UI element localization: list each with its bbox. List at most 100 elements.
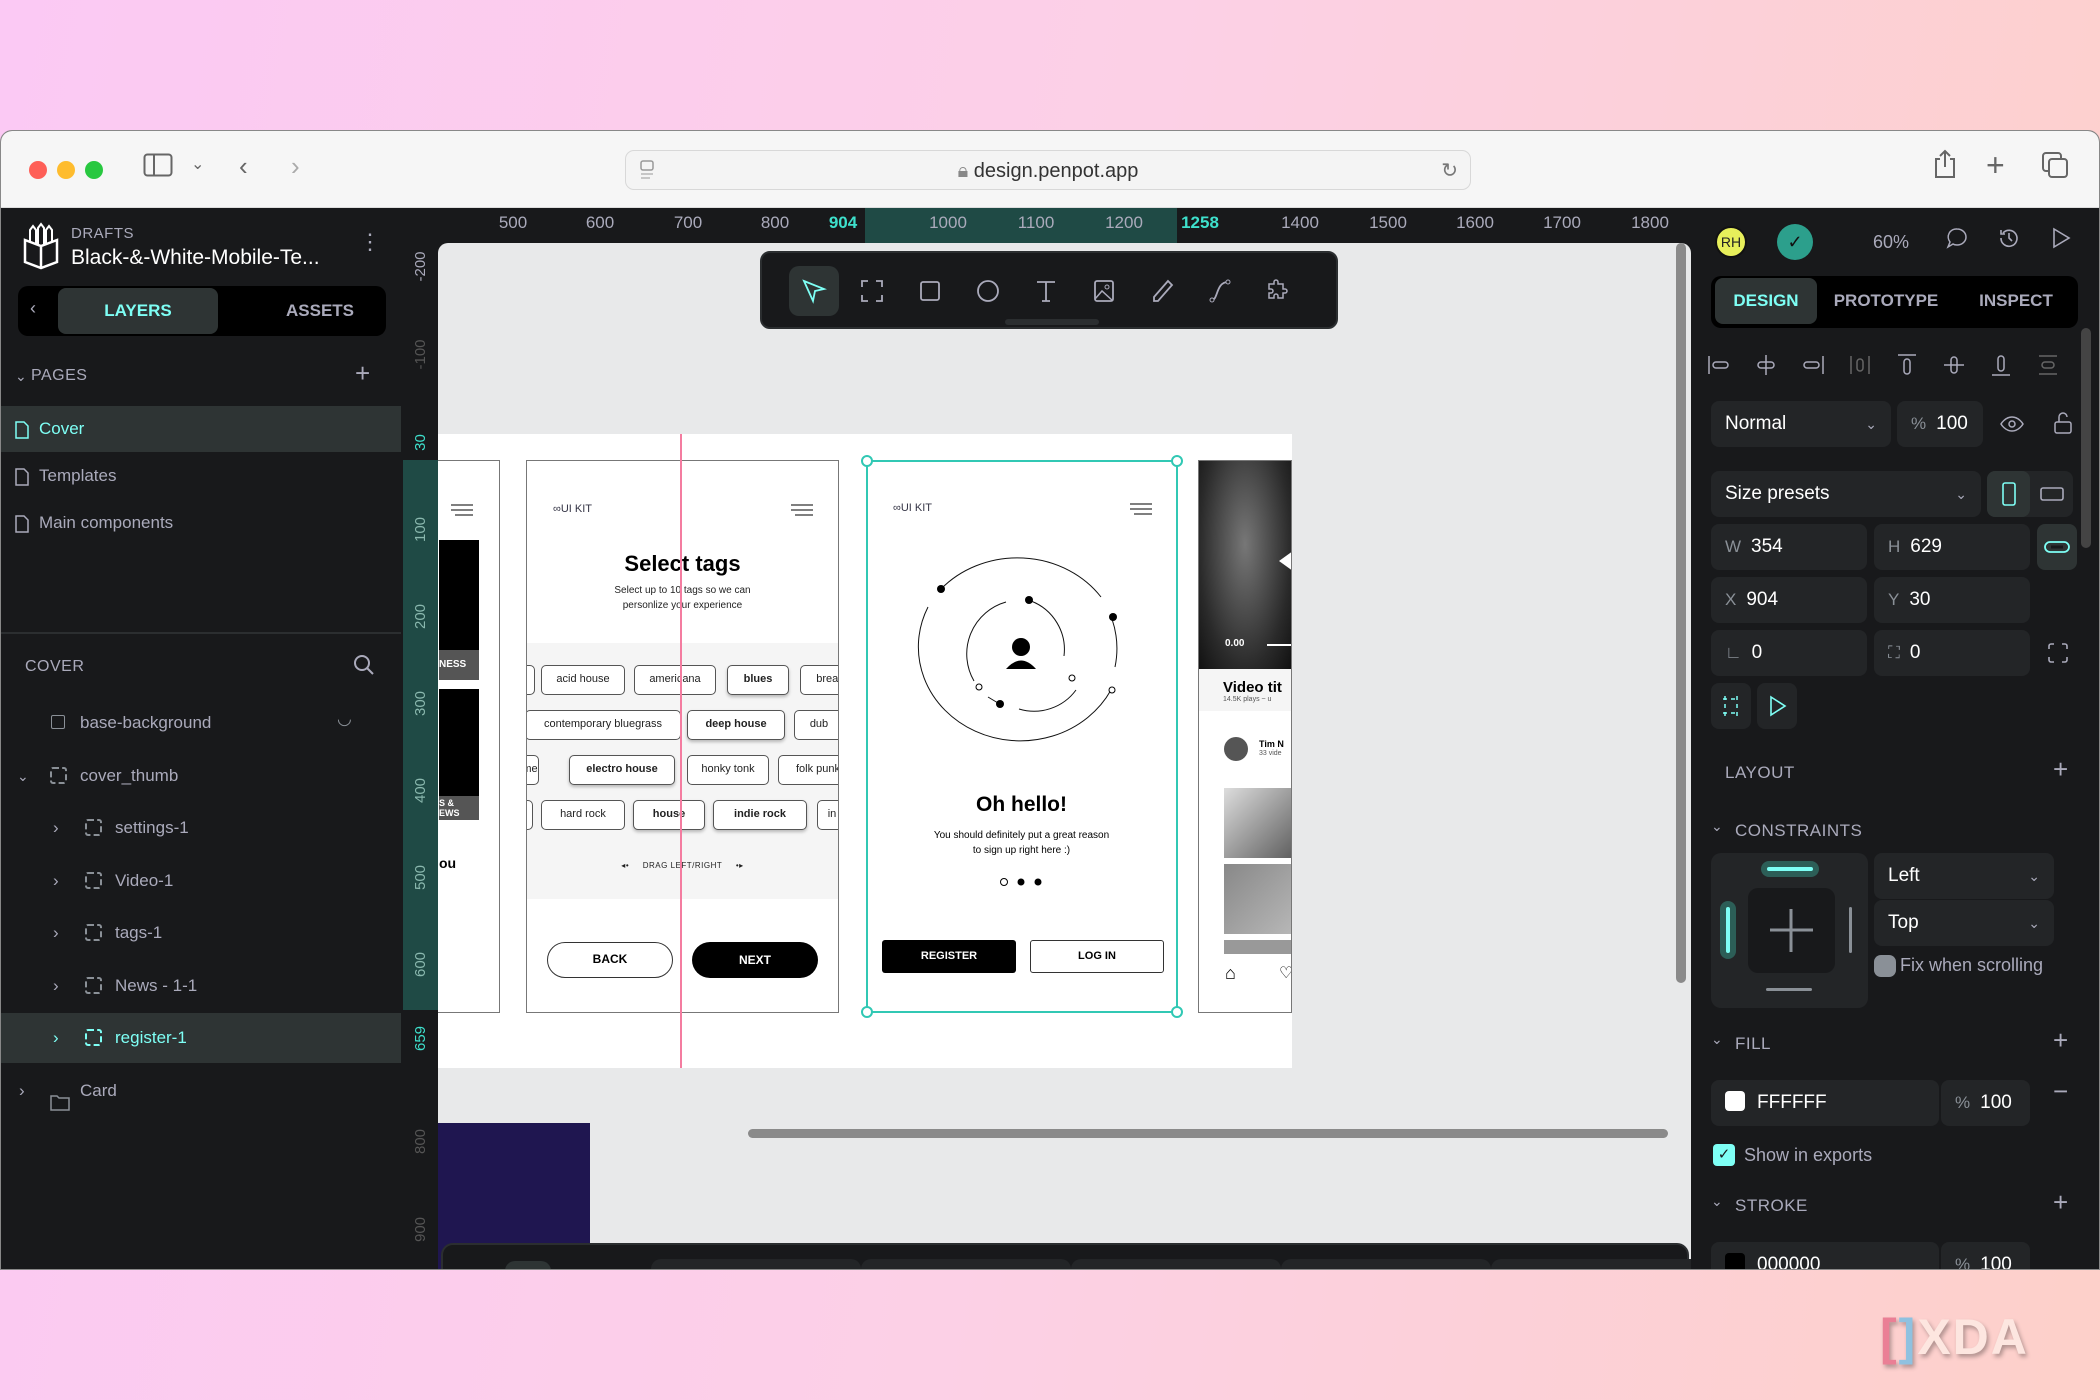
tag-chip[interactable]: blues bbox=[727, 665, 789, 695]
page-item-templates[interactable]: Templates bbox=[1, 453, 401, 499]
resize-handle[interactable] bbox=[1171, 1006, 1183, 1018]
size-presets-select[interactable]: Size presets ⌄ bbox=[1711, 471, 1981, 517]
collapse-sidebar-icon[interactable]: ‹ bbox=[30, 298, 36, 319]
ellipse-tool-icon[interactable] bbox=[963, 266, 1013, 316]
tag-chip[interactable]: hard rock bbox=[541, 800, 625, 830]
tag-chip[interactable]: contemporary bluegrass bbox=[527, 710, 681, 740]
stroke-opacity-input[interactable]: % 100 bbox=[1941, 1242, 2030, 1269]
typography-style-card[interactable]: Label - Form (uppInter bbox=[1491, 1259, 1701, 1269]
horizontal-scrollbar[interactable] bbox=[748, 1129, 1668, 1138]
fill-swatch[interactable] bbox=[1725, 1091, 1745, 1112]
tag-chip[interactable]: honky tonk bbox=[687, 755, 769, 785]
remove-fill-icon[interactable]: − bbox=[2053, 1076, 2068, 1107]
tab-prototype[interactable]: PROTOTYPE bbox=[1821, 278, 1951, 324]
tab-inspect[interactable]: INSPECT bbox=[1961, 278, 2071, 324]
add-fill-icon[interactable]: + bbox=[2053, 1025, 2068, 1056]
forward-icon[interactable]: › bbox=[291, 153, 300, 179]
rectangle-tool-icon[interactable] bbox=[905, 266, 955, 316]
history-icon[interactable] bbox=[1997, 226, 2021, 255]
file-menu-icon[interactable]: ⋮ bbox=[359, 231, 381, 253]
chevron-left-icon[interactable]: ‹ bbox=[605, 1269, 613, 1270]
layer-item[interactable]: › Card bbox=[1, 1066, 401, 1116]
page-item-cover[interactable]: Cover bbox=[1, 406, 401, 452]
clip-content-icon[interactable] bbox=[1711, 683, 1751, 729]
eye-icon[interactable] bbox=[1999, 414, 2025, 439]
tag-chip[interactable]: break bbox=[800, 665, 838, 695]
comments-icon[interactable] bbox=[1945, 226, 1969, 255]
maximize-window-button[interactable] bbox=[85, 161, 103, 179]
typography-palette-icon[interactable]: T bbox=[505, 1261, 551, 1269]
radius-input[interactable]: ⛶ 0 bbox=[1874, 630, 2030, 676]
layer-item[interactable]: › News - 1-1 bbox=[1, 961, 401, 1011]
move-tool-icon[interactable] bbox=[789, 266, 839, 316]
fill-color-input[interactable]: FFFFFF bbox=[1711, 1080, 1939, 1126]
tag-chip[interactable] bbox=[527, 665, 535, 695]
chevron-right-icon[interactable]: › bbox=[53, 961, 59, 1011]
constraint-center-button[interactable] bbox=[1748, 888, 1835, 973]
tag-chip[interactable]: americana bbox=[634, 665, 716, 695]
fix-scrolling-checkbox[interactable] bbox=[1874, 955, 1896, 977]
layer-item[interactable]: › tags-1 bbox=[1, 908, 401, 958]
unlock-icon[interactable] bbox=[2053, 411, 2073, 440]
tab-assets[interactable]: ASSETS bbox=[240, 288, 400, 334]
show-exports-checkbox[interactable]: ✓ bbox=[1713, 1144, 1735, 1166]
share-icon[interactable] bbox=[1933, 149, 1957, 183]
chevron-down-icon[interactable]: ⌄ bbox=[1711, 818, 1723, 835]
tag-chip[interactable]: dub bbox=[794, 710, 838, 740]
add-layout-icon[interactable]: + bbox=[2053, 754, 2068, 785]
layer-item[interactable]: › Video-1 bbox=[1, 856, 401, 906]
panel-scrollbar[interactable] bbox=[2081, 328, 2091, 548]
tab-layers[interactable]: LAYERS bbox=[58, 288, 218, 334]
distribute-h-icon[interactable] bbox=[1848, 353, 1872, 377]
tag-chip[interactable]: me bbox=[527, 755, 539, 785]
layer-item-selected[interactable]: › register-1 bbox=[1, 1013, 401, 1063]
close-window-button[interactable] bbox=[29, 161, 47, 179]
show-in-view-mode-icon[interactable] bbox=[1757, 683, 1797, 729]
image-tool-icon[interactable] bbox=[1079, 266, 1129, 316]
resize-handle[interactable] bbox=[861, 1006, 873, 1018]
toolbar-drag-handle[interactable] bbox=[1005, 319, 1099, 325]
tags-screen[interactable]: ∞UI KIT Select tags Select up to 10 tags… bbox=[526, 460, 839, 1013]
layer-opacity-input[interactable]: % 100 bbox=[1897, 401, 1983, 447]
layer-item[interactable]: ⌄ cover_thumb bbox=[1, 751, 401, 801]
guide-line[interactable] bbox=[680, 434, 682, 1068]
next-button[interactable]: NEXT bbox=[692, 942, 818, 978]
selection-frame[interactable] bbox=[861, 455, 1183, 1018]
constraint-top-button[interactable] bbox=[1761, 861, 1819, 877]
new-tab-icon[interactable]: + bbox=[1986, 149, 2005, 181]
layer-item[interactable]: base-background ◡ bbox=[1, 698, 401, 748]
chevron-right-icon[interactable]: › bbox=[53, 908, 59, 958]
toggle-visibility-icon[interactable]: ◡ bbox=[337, 694, 352, 744]
proportion-lock-icon[interactable] bbox=[2037, 524, 2077, 570]
add-page-icon[interactable]: + bbox=[355, 358, 370, 389]
design-canvas[interactable]: NESS S & EWS ou ∞UI KIT Select tags Selec… bbox=[438, 243, 1691, 1269]
user-avatar[interactable]: RH bbox=[1715, 226, 1747, 258]
resize-handle[interactable] bbox=[861, 455, 873, 467]
tag-chip[interactable]: electro house bbox=[569, 755, 675, 785]
tag-chip[interactable]: e bbox=[527, 800, 533, 830]
page-item-main-components[interactable]: Main components bbox=[1, 500, 401, 546]
plugins-tool-icon[interactable] bbox=[1253, 266, 1303, 316]
vertical-constraint-select[interactable]: Top ⌄ bbox=[1874, 900, 2054, 946]
tabs-overview-icon[interactable] bbox=[2041, 151, 2069, 183]
text-tool-icon[interactable] bbox=[1021, 266, 1071, 316]
tag-chip[interactable]: indie rock bbox=[713, 800, 807, 830]
board-tool-icon[interactable] bbox=[847, 266, 897, 316]
independent-corners-icon[interactable] bbox=[2047, 642, 2069, 669]
pencil-tool-icon[interactable] bbox=[1137, 266, 1187, 316]
file-name[interactable]: Black-&-White-Mobile-Te... bbox=[71, 246, 320, 270]
tag-chip[interactable]: in bbox=[817, 800, 838, 830]
height-input[interactable]: H 629 bbox=[1874, 524, 2030, 570]
search-layers-icon[interactable] bbox=[353, 654, 375, 681]
back-button[interactable]: BACK bbox=[547, 942, 673, 978]
horizontal-ruler[interactable]: 500 600 700 800 904 1000 1100 1200 1258 1400 1500 1… bbox=[438, 208, 1691, 243]
view-mode-icon[interactable] bbox=[2051, 226, 2071, 255]
align-v-center-icon[interactable] bbox=[1942, 353, 1966, 377]
chevron-right-icon[interactable]: › bbox=[53, 1013, 59, 1063]
landscape-button[interactable] bbox=[2030, 471, 2073, 517]
tab-design[interactable]: DESIGN bbox=[1715, 278, 1817, 324]
constraint-right-button[interactable] bbox=[1849, 907, 1852, 953]
video-screen[interactable]: 0.00 Video tit 14.5K plays ~ u Tim N 33 … bbox=[1198, 460, 1292, 1013]
tag-chip[interactable]: acid house bbox=[541, 665, 625, 695]
tag-chip[interactable]: deep house bbox=[687, 710, 785, 740]
